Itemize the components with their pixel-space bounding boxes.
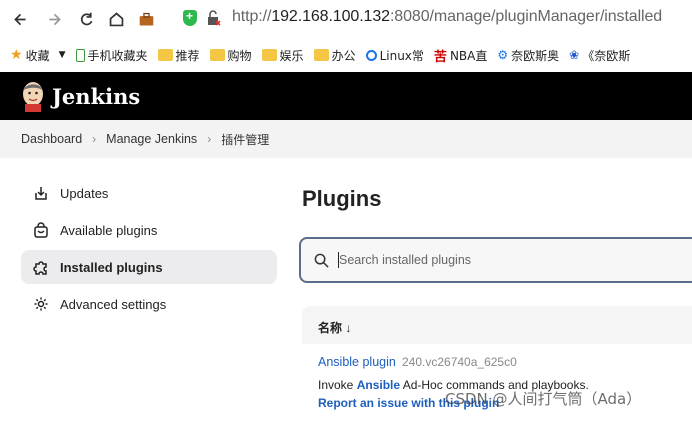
sidebar-item-installed[interactable]: Installed plugins [21, 250, 277, 284]
bookmark-label: NBA直 [449, 48, 488, 63]
search-box[interactable] [299, 237, 692, 283]
sidebar-item-advanced[interactable]: Advanced settings [21, 287, 277, 321]
download-icon [35, 187, 47, 200]
bookmark-label: 推荐 [175, 48, 200, 63]
desc-prefix: Invoke [318, 378, 357, 392]
gear-icon [34, 297, 48, 311]
breadcrumb: Dashboard › Manage Jenkins › 插件管理 [0, 120, 692, 158]
text-cursor [338, 252, 339, 268]
chevron-right-icon: › [92, 132, 97, 146]
bookmark-label: 奈欧斯奥 [511, 48, 560, 63]
sidebar-item-label: Advanced settings [60, 296, 167, 312]
sidebar-item-label: Updates [60, 185, 109, 201]
plugin-version: 240.vc26740a_625c0 [402, 355, 517, 369]
bookmarks-bar: ★ 收藏 ▼ 手机收藏夹 推荐 购物 娱乐 办公 Linux常 苦 NBA直 ⚙… [0, 38, 692, 72]
breadcrumb-plugin-manager[interactable]: 插件管理 [221, 131, 269, 148]
plugin-name-link[interactable]: Ansible plugin [318, 355, 396, 369]
forward-icon[interactable] [44, 9, 64, 29]
bookmark-label: 收藏 [25, 48, 50, 63]
bookmark-label: 娱乐 [279, 48, 304, 63]
insecure-lock-icon[interactable] [207, 10, 221, 26]
bookmark-label: Linux常 [379, 48, 424, 63]
address-bar[interactable]: http://192.168.100.132:8080/manage/plugi… [232, 8, 662, 26]
hupu-icon: 苦 [433, 49, 447, 65]
bookmark-mobile[interactable]: 手机收藏夹 [75, 47, 148, 64]
bookmark-recommend[interactable]: 推荐 [157, 47, 200, 64]
url-path: :8080/manage/pluginManager/installed [389, 8, 663, 25]
sidebar-item-label: Available plugins [60, 222, 158, 238]
page-title: Plugins [302, 186, 382, 211]
watermark: CSDN @人间打气筒（Ada） [445, 390, 642, 408]
star-icon: ★ [10, 47, 23, 63]
bookmark-office[interactable]: 办公 [313, 47, 356, 64]
folder-icon [261, 49, 277, 61]
reload-icon[interactable] [76, 9, 96, 29]
search-icon [365, 49, 377, 61]
bookmark-label: 《奈欧斯 [582, 48, 631, 63]
search-icon [314, 253, 329, 268]
sidebar-item-available[interactable]: Available plugins [21, 213, 277, 247]
bookmark-entertainment[interactable]: 娱乐 [261, 47, 304, 64]
bookmark-paw[interactable]: ❀ 《奈欧斯 [569, 47, 630, 64]
paw-icon: ❀ [569, 48, 580, 62]
jenkins-header: Jenkins [0, 72, 692, 120]
shopping-bag-icon [34, 222, 48, 238]
bookmark-favorites[interactable]: ★ 收藏 ▼ [10, 47, 66, 64]
phone-icon [75, 48, 85, 62]
security-shield-icon[interactable] [183, 9, 197, 26]
bookmark-nba[interactable]: 苦 NBA直 [434, 46, 487, 65]
search-input[interactable] [339, 253, 669, 267]
briefcase-icon[interactable] [136, 9, 156, 29]
breadcrumb-manage-jenkins[interactable]: Manage Jenkins [106, 132, 197, 146]
chevron-down-icon: ▼ [58, 50, 66, 60]
sidebar-item-updates[interactable]: Updates [21, 176, 277, 210]
home-icon[interactable] [106, 9, 126, 29]
sidebar-item-label: Installed plugins [60, 259, 163, 275]
sidebar: Updates Available plugins Installed plug… [21, 176, 277, 324]
folder-icon [209, 49, 225, 61]
bookmark-label: 购物 [227, 48, 252, 63]
link-icon: ⚙ [497, 48, 509, 62]
desc-ansible-link[interactable]: Ansible [357, 378, 400, 392]
breadcrumb-dashboard[interactable]: Dashboard [21, 132, 82, 146]
back-icon[interactable] [10, 9, 30, 29]
folder-icon [157, 49, 173, 61]
bookmark-label: 手机收藏夹 [87, 48, 148, 63]
bookmark-link[interactable]: ⚙ 奈欧斯奥 [497, 47, 559, 64]
url-host: 192.168.100.132 [271, 8, 390, 25]
url-scheme: http:// [232, 8, 272, 25]
jenkins-logo-icon[interactable] [20, 80, 46, 112]
chevron-right-icon: › [207, 132, 212, 146]
puzzle-icon [33, 261, 47, 275]
folder-icon [313, 49, 329, 61]
jenkins-title[interactable]: Jenkins [52, 84, 140, 109]
column-header-name[interactable]: 名称 ↓ [318, 319, 351, 336]
bookmark-linux[interactable]: Linux常 [365, 47, 424, 64]
bookmark-label: 办公 [331, 48, 356, 63]
bookmark-shopping[interactable]: 购物 [209, 47, 252, 64]
